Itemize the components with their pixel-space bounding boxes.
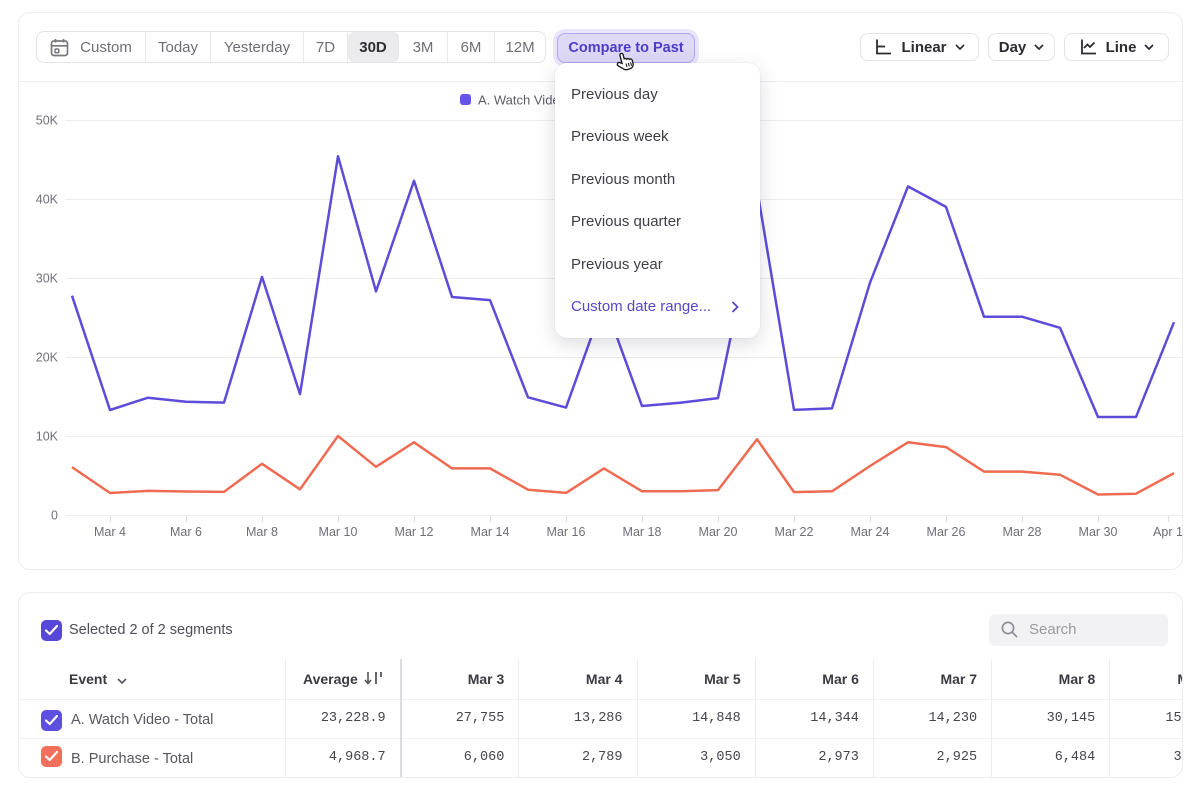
svg-text:Mar 14: Mar 14 [471, 525, 510, 539]
svg-text:20K: 20K [36, 351, 59, 365]
svg-text:Mar 6: Mar 6 [170, 525, 202, 539]
svg-text:Mar 8: Mar 8 [246, 525, 278, 539]
svg-text:Mar 10: Mar 10 [319, 525, 358, 539]
svg-text:Mar 18: Mar 18 [623, 525, 662, 539]
svg-text:Mar 16: Mar 16 [547, 525, 586, 539]
svg-text:30K: 30K [36, 272, 59, 286]
svg-text:Mar 22: Mar 22 [775, 525, 814, 539]
svg-text:Mar 12: Mar 12 [395, 525, 434, 539]
svg-text:Mar 20: Mar 20 [699, 525, 738, 539]
svg-text:Apr 1: Apr 1 [1153, 525, 1182, 539]
svg-text:Mar 28: Mar 28 [1003, 525, 1042, 539]
svg-text:50K: 50K [36, 114, 59, 128]
svg-text:Mar 30: Mar 30 [1079, 525, 1118, 539]
svg-text:0: 0 [51, 509, 58, 523]
svg-text:10K: 10K [36, 430, 59, 444]
svg-text:Mar 24: Mar 24 [851, 525, 890, 539]
svg-text:40K: 40K [36, 193, 59, 207]
svg-text:Mar 4: Mar 4 [94, 525, 126, 539]
svg-text:Mar 26: Mar 26 [927, 525, 966, 539]
